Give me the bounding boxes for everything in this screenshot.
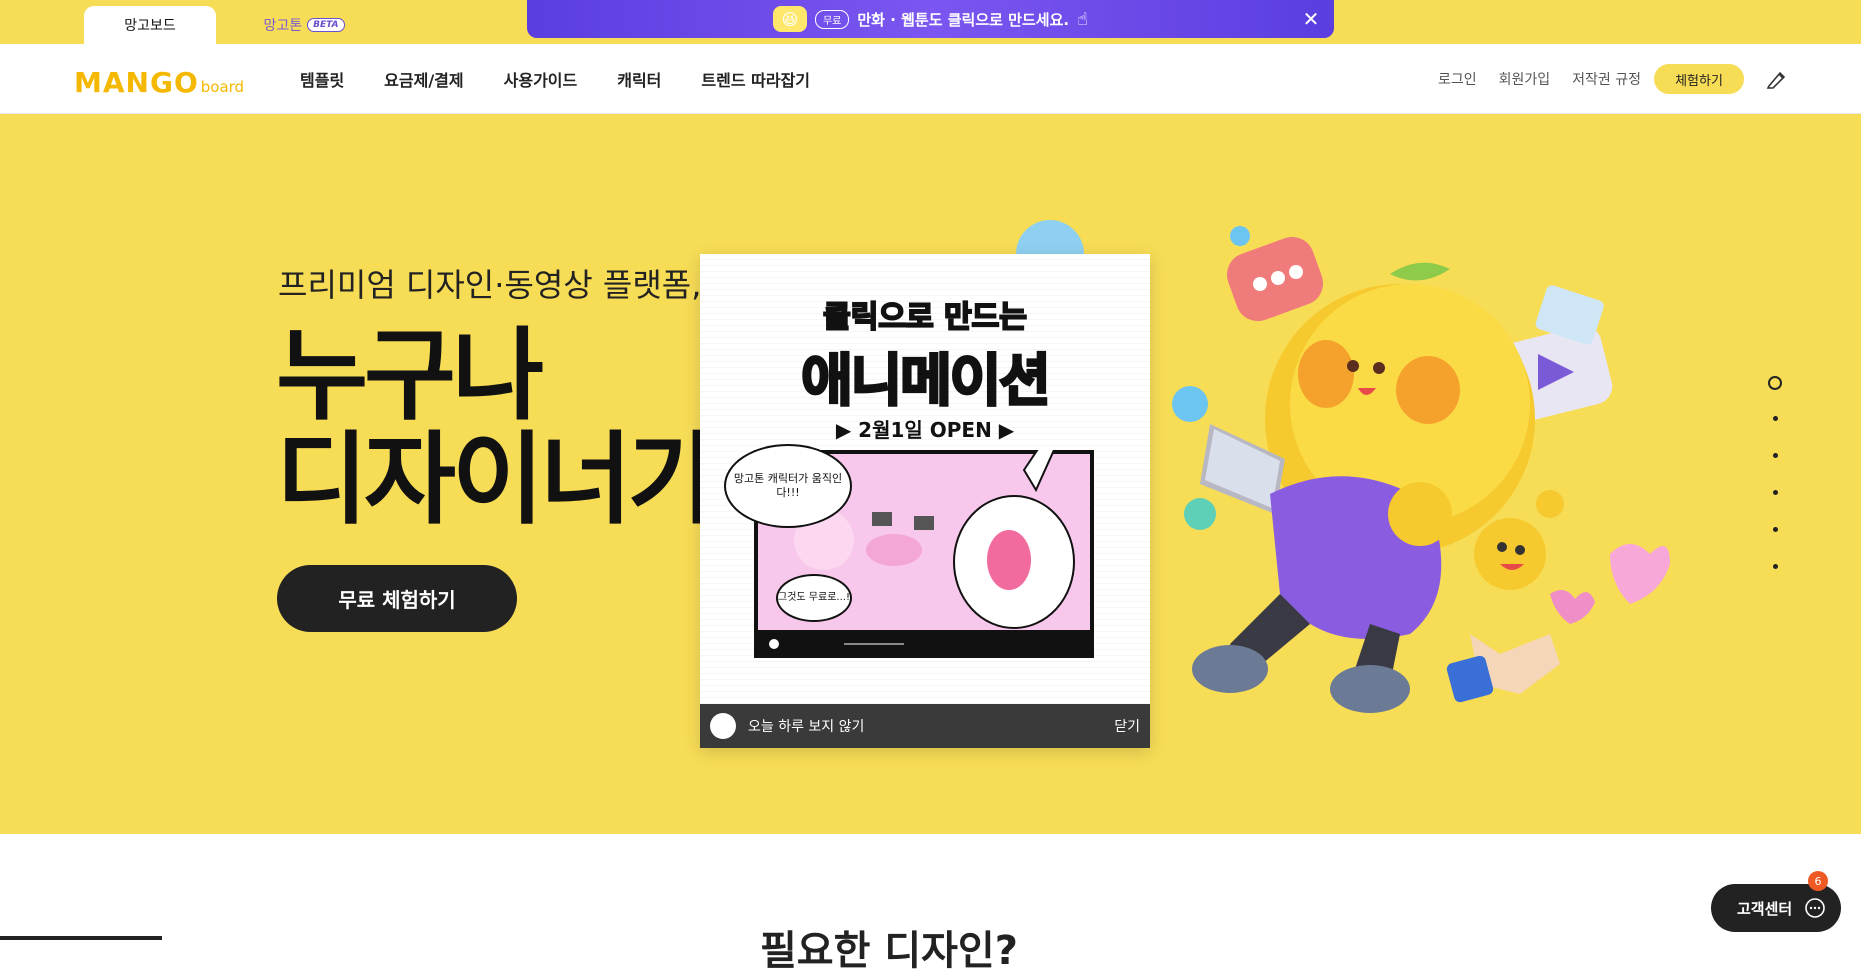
slide-dot[interactable] — [1773, 527, 1778, 532]
top-strip: 망고보드 망고톤 BETA 😆 무료 만화 · 웹툰도 클릭으로 만드세요. ☝… — [0, 0, 1861, 44]
poster-title-rest: 으로 만드는 — [877, 299, 1027, 336]
promo-banner[interactable]: 😆 무료 만화 · 웹툰도 클릭으로 만드세요. ☝ ✕ — [527, 0, 1334, 38]
slide-dot[interactable] — [1773, 416, 1778, 421]
dont-show-checkbox[interactable] — [710, 713, 736, 739]
notification-badge: 6 — [1808, 871, 1828, 891]
beta-badge: BETA — [307, 18, 345, 32]
tab-label: 망고보드 — [124, 18, 176, 34]
close-icon[interactable]: ✕ — [1300, 7, 1322, 31]
hand-pointer-icon: ☝ — [1077, 8, 1089, 30]
popup-poster[interactable]: 클릭으로 만드는 애니메이션 ▶ 2월1일 OPEN ▶ 망고톤 캐릭터가 움직… — [700, 254, 1150, 704]
section-title: 필요한 디자인? — [760, 928, 1018, 974]
free-trial-button[interactable]: 무료 체험하기 — [277, 565, 517, 632]
poster-title-top: 클릭으로 만드는 — [700, 292, 1150, 336]
speech-bubble: 그것도 무료로...! — [776, 574, 852, 622]
nav-trends[interactable]: 트렌드 따라잡기 — [701, 67, 810, 91]
site-header: MANGO board 템플릿 요금제/결제 사용가이드 캐릭터 트렌드 따라잡… — [0, 44, 1861, 114]
util-links: 로그인 회원가입 저작권 규정 — [1438, 44, 1641, 114]
logo-main: MANGO — [74, 66, 199, 99]
copyright-link[interactable]: 저작권 규정 — [1572, 69, 1641, 89]
character-emoji-icon: 😆 — [772, 6, 807, 32]
nav-pricing[interactable]: 요금제/결제 — [384, 67, 463, 91]
play-icon: ▶ — [991, 418, 1015, 442]
trial-button[interactable]: 체험하기 — [1654, 64, 1744, 94]
poster-title-pink: 클릭 — [822, 299, 879, 336]
slide-dot[interactable] — [1773, 564, 1778, 569]
poster-headline: 애니메이션 — [800, 348, 1053, 416]
popup-footer: 오늘 하루 보지 않기 닫기 — [700, 704, 1150, 748]
poster-open-date: ▶ 2월1일 OPEN ▶ — [700, 414, 1150, 443]
customer-center-label: 고객센터 — [1737, 899, 1793, 918]
signup-link[interactable]: 회원가입 — [1499, 69, 1551, 89]
chat-icon — [1805, 898, 1826, 918]
slide-dot-active[interactable] — [1768, 376, 1782, 390]
logo-sub: board — [200, 78, 245, 96]
slide-dot[interactable] — [1773, 453, 1778, 458]
play-icon: ▶ — [835, 418, 859, 442]
login-link[interactable]: 로그인 — [1438, 69, 1477, 89]
nav-templates[interactable]: 템플릿 — [300, 67, 344, 91]
hero-subtitle: 프리미엄 디자인·동영상 플랫폼, 망 — [278, 266, 742, 304]
dont-show-label[interactable]: 오늘 하루 보지 않기 — [748, 716, 864, 736]
edit-icon[interactable] — [1764, 66, 1790, 92]
bottom-bar — [0, 936, 162, 940]
tab-label: 망고톤 — [263, 18, 303, 34]
logo[interactable]: MANGO board — [74, 66, 244, 99]
tab-mangotoon[interactable]: 망고톤 BETA — [244, 6, 364, 44]
nav-guide[interactable]: 사용가이드 — [504, 67, 578, 91]
event-popup: 클릭으로 만드는 애니메이션 ▶ 2월1일 OPEN ▶ 망고톤 캐릭터가 움직… — [700, 254, 1150, 748]
promo-text: 만화 · 웹툰도 클릭으로 만드세요. — [857, 10, 1070, 29]
speech-bubble: 망고톤 캐릭터가 움직인다!!! — [724, 444, 852, 528]
poster-date-text: 2월1일 OPEN — [858, 418, 992, 442]
free-tag: 무료 — [814, 9, 850, 29]
slide-dot[interactable] — [1773, 490, 1778, 495]
nav-characters[interactable]: 캐릭터 — [617, 67, 661, 91]
main-nav: 템플릿 요금제/결제 사용가이드 캐릭터 트렌드 따라잡기 — [300, 44, 810, 114]
popup-close-button[interactable]: 닫기 — [1114, 716, 1140, 736]
tab-mangoboard[interactable]: 망고보드 — [84, 6, 216, 44]
customer-center-button[interactable]: 고객센터 — [1711, 884, 1841, 932]
